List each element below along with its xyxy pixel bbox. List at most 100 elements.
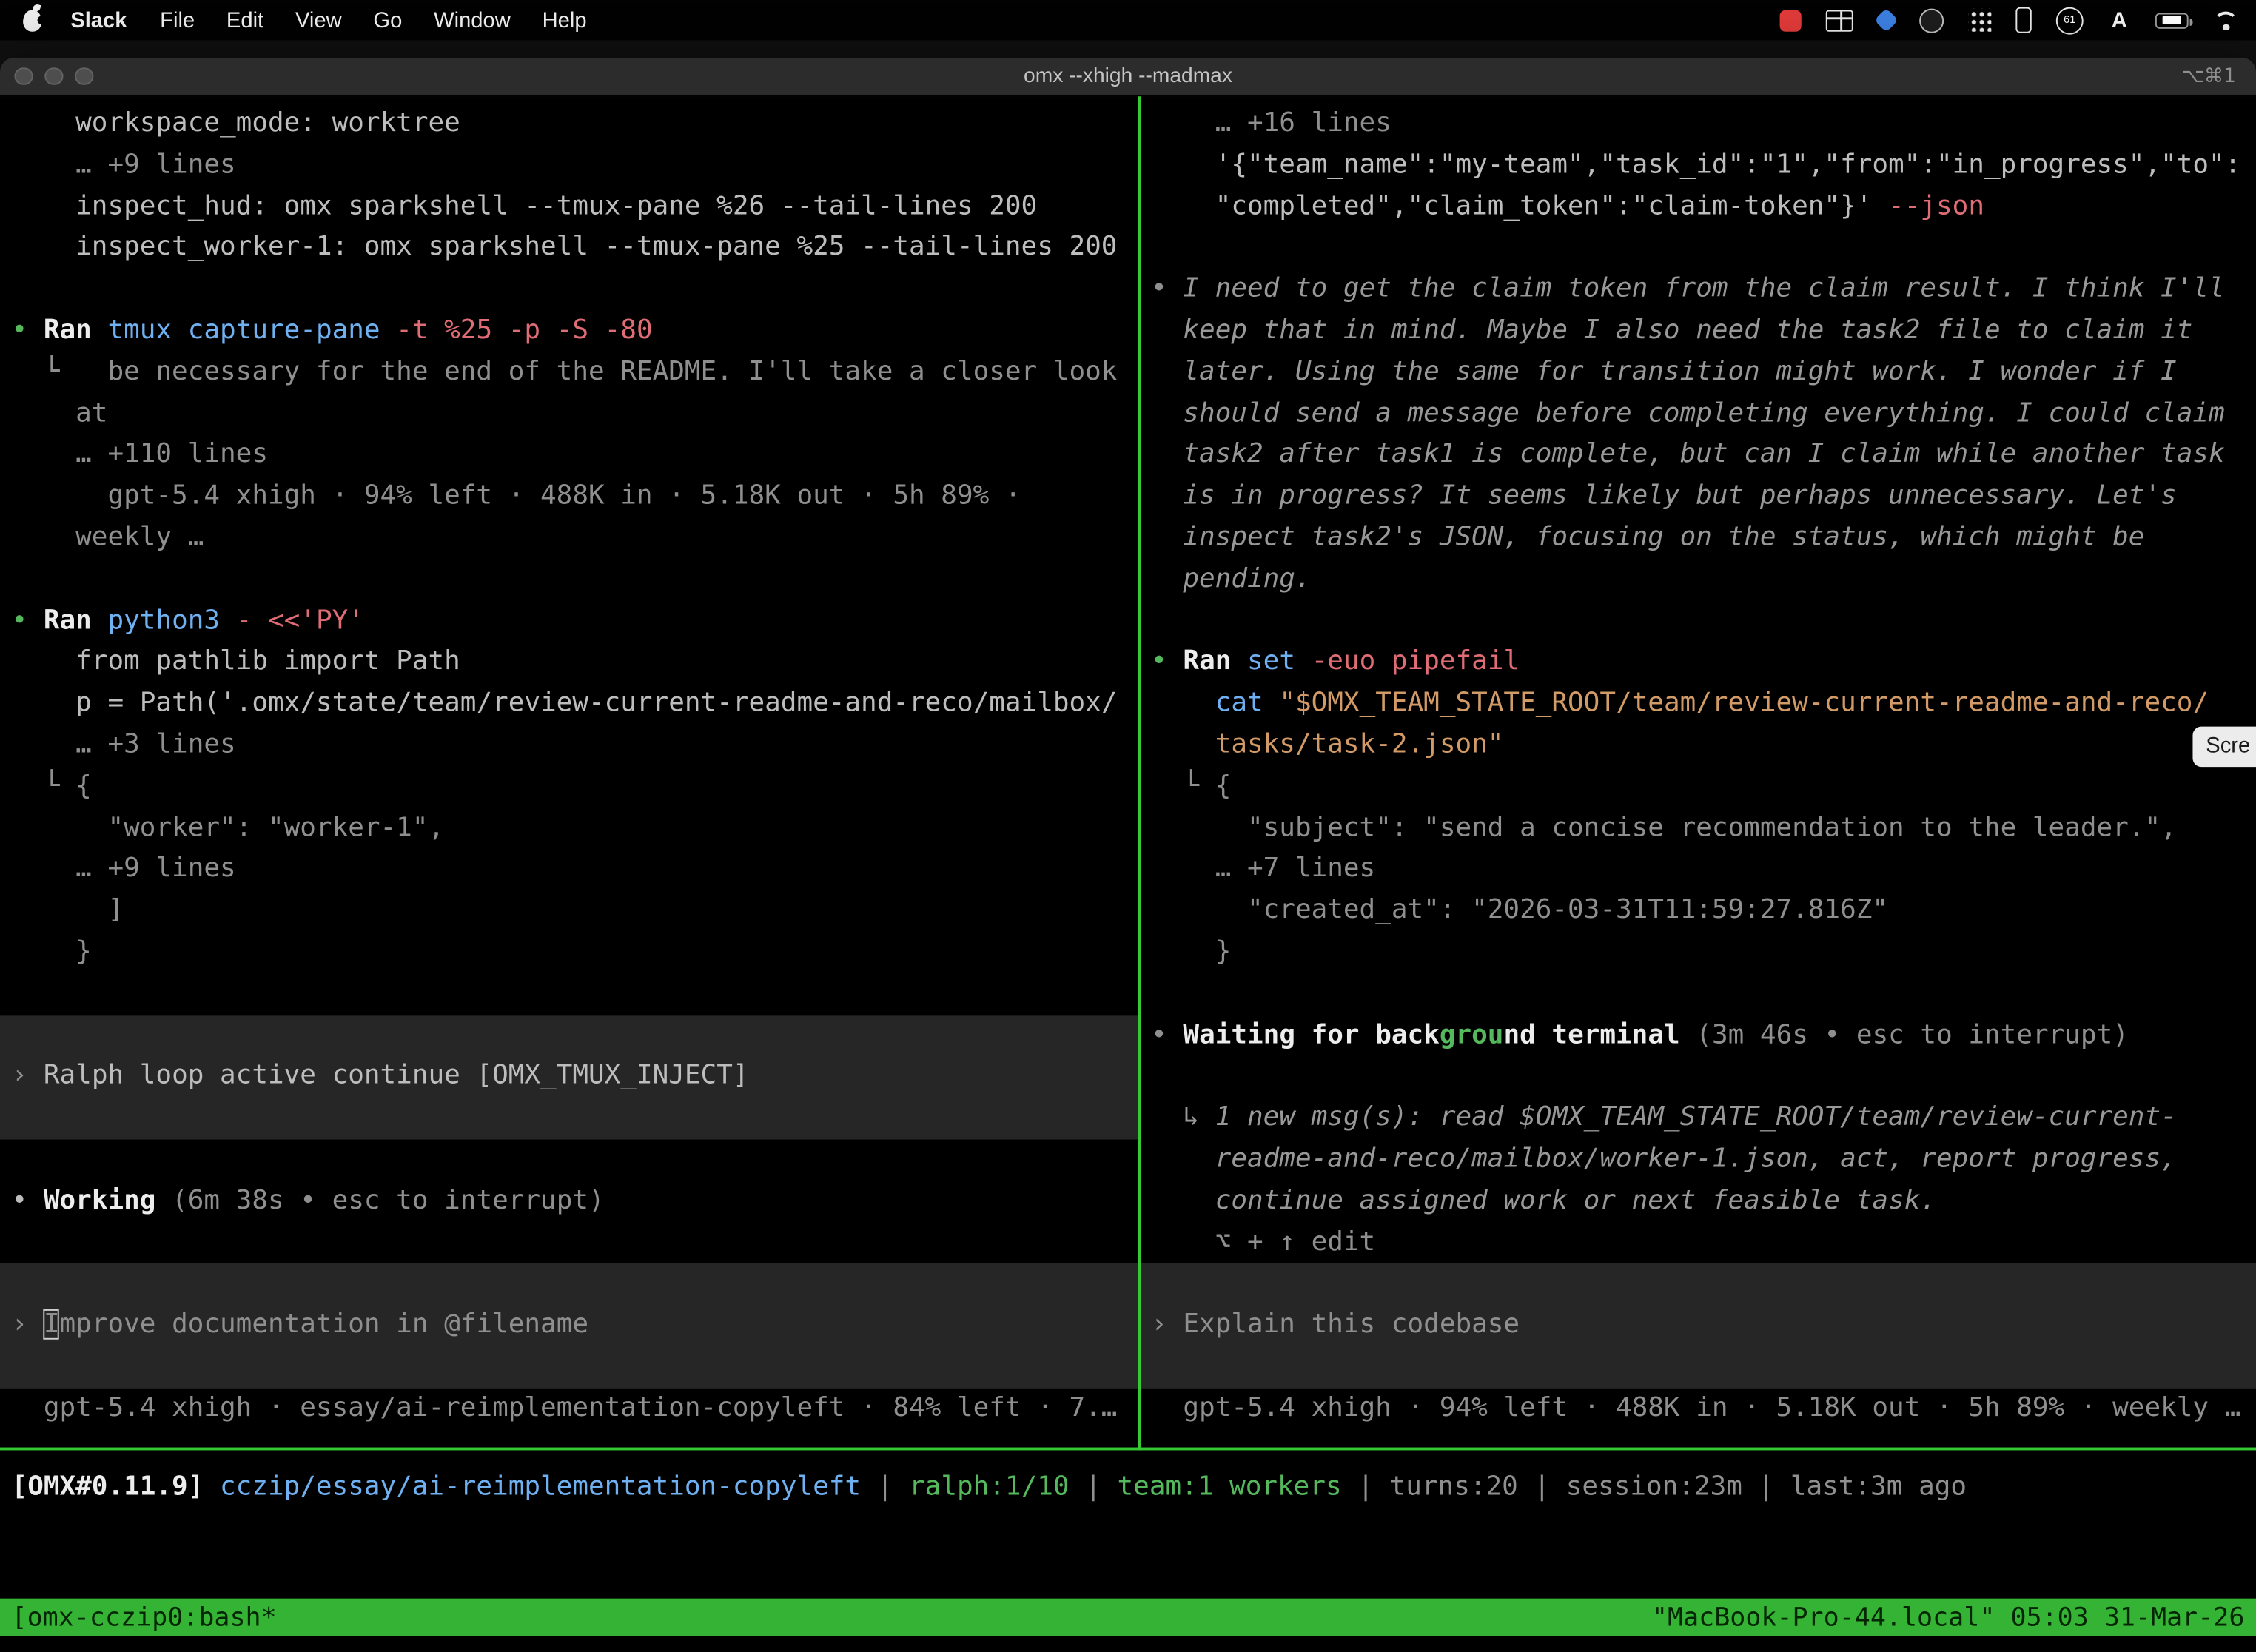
terminal-text: "completed","claim_token":"claim-token"}… (1151, 191, 1872, 221)
terminal-text: Ralph loop active continue [OMX_TMUX_INJ… (44, 1061, 749, 1091)
dots-grid-icon[interactable] (1968, 9, 1991, 32)
terminal-text: -euo pipefail (1295, 646, 1520, 676)
terminal-line (12, 1222, 1138, 1263)
terminal-text: Ran (1183, 646, 1231, 676)
terminal-line: › Explain this codebase (1151, 1305, 1520, 1346)
menu-bar-status-icons: 61 A (1780, 0, 2256, 40)
terminal-line: • Ran set -euo pipefail (1151, 642, 2256, 684)
terminal-line: "created_at": "2026-03-31T11:59:27.816Z" (1151, 891, 2256, 933)
terminal-line: keep that in mind. Maybe I also need the… (1151, 311, 2256, 352)
terminal-line: inspect_hud: omx sparkshell --tmux-pane … (12, 187, 1138, 228)
terminal-text: cczip/essay/ai-reimplementation-copyleft (204, 1472, 861, 1502)
menu-item-help[interactable]: Help (526, 8, 602, 33)
terminal-line: › Ralph loop active continue [OMX_TMUX_I… (12, 1056, 749, 1098)
menu-item-window[interactable]: Window (418, 8, 526, 33)
terminal-text: set (1231, 646, 1295, 676)
menu-item-view[interactable]: View (280, 8, 357, 33)
terminal-line: inspect_worker-1: omx sparkshell --tmux-… (12, 228, 1138, 269)
terminal-text: } (1151, 936, 1231, 967)
terminal-text: ] (12, 895, 124, 925)
terminal-line: } (12, 933, 1138, 974)
terminal-line: '{"team_name":"my-team","task_id":"1","f… (1151, 145, 2256, 187)
terminal-line (12, 269, 1138, 311)
terminal-line: • Ran python3 - <<'PY' (12, 601, 1138, 642)
terminal-text: at (12, 398, 108, 429)
menu-item-go[interactable]: Go (357, 8, 418, 33)
terminal-text: "subject": "send a concise recommendatio… (1151, 812, 2177, 842)
terminal-window: omx --xhigh --madmax ⌥⌘1 workspace_mode:… (0, 58, 2256, 1652)
terminal-line: "subject": "send a concise recommendatio… (1151, 808, 2256, 850)
terminal-line: • Working (6m 38s • esc to interrupt) (12, 1181, 1138, 1222)
terminal-line: } (1151, 933, 2256, 974)
terminal-line: later. Using the same for transition mig… (1151, 352, 2256, 394)
terminal-text: › (12, 1309, 44, 1340)
menu-app-name[interactable]: Slack (53, 8, 144, 33)
terminal-line: tasks/task-2.json" (1151, 725, 2256, 767)
prompt-suggestion[interactable]: › Improve documentation in @filename (0, 1263, 1138, 1388)
terminal-text: … +3 lines (12, 729, 236, 759)
terminal-line: › Improve documentation in @filename (12, 1305, 588, 1346)
terminal-line: task2 after task1 is complete, but can I… (1151, 435, 2256, 477)
terminal-text: └ { (12, 770, 92, 801)
terminal-text: continue assigned work or next feasible … (1151, 1185, 1936, 1215)
terminal-text: weekly … (12, 523, 204, 553)
phone-icon[interactable] (2015, 7, 2031, 33)
window-title-bar[interactable]: omx --xhigh --madmax ⌥⌘1 (0, 58, 2256, 96)
terminal-line: weekly … (12, 518, 1138, 560)
terminal-line (12, 1139, 1138, 1181)
gauge-icon[interactable]: 61 (2056, 7, 2084, 34)
wifi-icon[interactable] (2213, 10, 2239, 30)
tile-a-icon[interactable]: A (2108, 8, 2131, 33)
terminal-text: "created_at": "2026-03-31T11:59:27.816Z" (1151, 895, 1888, 925)
terminal-line: "completed","claim_token":"claim-token"}… (1151, 187, 2256, 228)
tmux-pane-left[interactable]: workspace_mode: worktree … +9 lines insp… (0, 96, 1138, 1447)
terminal-text: | (861, 1472, 909, 1502)
terminal-line: … +7 lines (1151, 850, 2256, 891)
terminal-line: cat "$OMX_TEAM_STATE_ROOT/team/review-cu… (1151, 684, 2256, 725)
terminal-line: • I need to get the claim token from the… (1151, 269, 2256, 311)
terminal-text: readme-and-reco/mailbox/worker-1.json, a… (1151, 1144, 2177, 1174)
terminal-line: gpt-5.4 xhigh · essay/ai-reimplementatio… (12, 1388, 1138, 1429)
prompt-suggestion[interactable]: › Ralph loop active continue [OMX_TMUX_I… (0, 1015, 1138, 1139)
terminal-line: should send a message before completing … (1151, 394, 2256, 435)
terminal-line: pending. (1151, 560, 2256, 601)
terminal-text: cat (1151, 688, 1279, 718)
terminal-line: … +16 lines (1151, 104, 2256, 145)
terminal-text: (3m 46s • esc to interrupt) (1680, 1019, 2129, 1050)
terminal-text: "worker": "worker-1", (12, 812, 445, 842)
blue-app-icon[interactable] (1874, 8, 1899, 33)
prompt-suggestion[interactable]: › Explain this codebase (1141, 1263, 2256, 1388)
terminal-text: • (1151, 1019, 1183, 1050)
terminal-text: from pathlib import Path (12, 646, 460, 676)
menu-bar-left: Slack FileEditViewGoWindowHelp (0, 0, 602, 40)
terminal-text: '{"team_name":"my-team","task_id":"1","f… (1151, 150, 2240, 180)
window-grid-icon[interactable] (1826, 10, 1853, 31)
dark-app-icon[interactable] (1919, 8, 1944, 33)
terminal-text: (6m 38s • esc to interrupt) (155, 1185, 604, 1215)
terminal-line: • Waiting for background terminal (3m 46… (1151, 1015, 2256, 1056)
screen-tooltip: Scre (2193, 727, 2256, 767)
battery-icon[interactable] (2155, 13, 2189, 28)
menu-item-file[interactable]: File (144, 8, 211, 33)
terminal-text: inspect_worker-1: omx sparkshell --tmux-… (12, 232, 1118, 263)
apple-menu[interactable] (0, 0, 53, 40)
menu-item-edit[interactable]: Edit (211, 8, 280, 33)
terminal-text: inspect_hud: omx sparkshell --tmux-pane … (12, 191, 1038, 221)
terminal-line (1151, 1056, 2256, 1098)
terminal-line: ] (12, 891, 1138, 933)
window-shortcut-badge: ⌥⌘1 (2182, 64, 2236, 87)
terminal-text: should send a message before completing … (1151, 398, 2225, 429)
terminal-text: mprove documentation in @filename (60, 1309, 588, 1340)
tmux-pane-right[interactable]: … +16 lines '{"team_name":"my-team","tas… (1141, 96, 2256, 1447)
terminal-line (12, 973, 1138, 1015)
terminal-text: } (12, 936, 92, 967)
record-icon[interactable] (1780, 10, 1802, 31)
tmux-pane-bottom[interactable]: [OMX#0.11.9] cczip/essay/ai-reimplementa… (0, 1450, 2256, 1598)
terminal-text: Waiting for back (1183, 1019, 1439, 1050)
terminal-text: pending. (1151, 564, 1312, 594)
terminal-text: later. Using the same for transition mig… (1151, 357, 2177, 387)
terminal-line: gpt-5.4 xhigh · 94% left · 488K in · 5.1… (12, 477, 1138, 518)
terminal-text: gpt-5.4 xhigh · 94% left · 488K in · 5.1… (12, 481, 1021, 511)
terminal-line: is in progress? It seems likely but perh… (1151, 477, 2256, 518)
terminal-text: gpt-5.4 xhigh · 94% left · 488K in · 5.1… (1151, 1392, 2240, 1423)
